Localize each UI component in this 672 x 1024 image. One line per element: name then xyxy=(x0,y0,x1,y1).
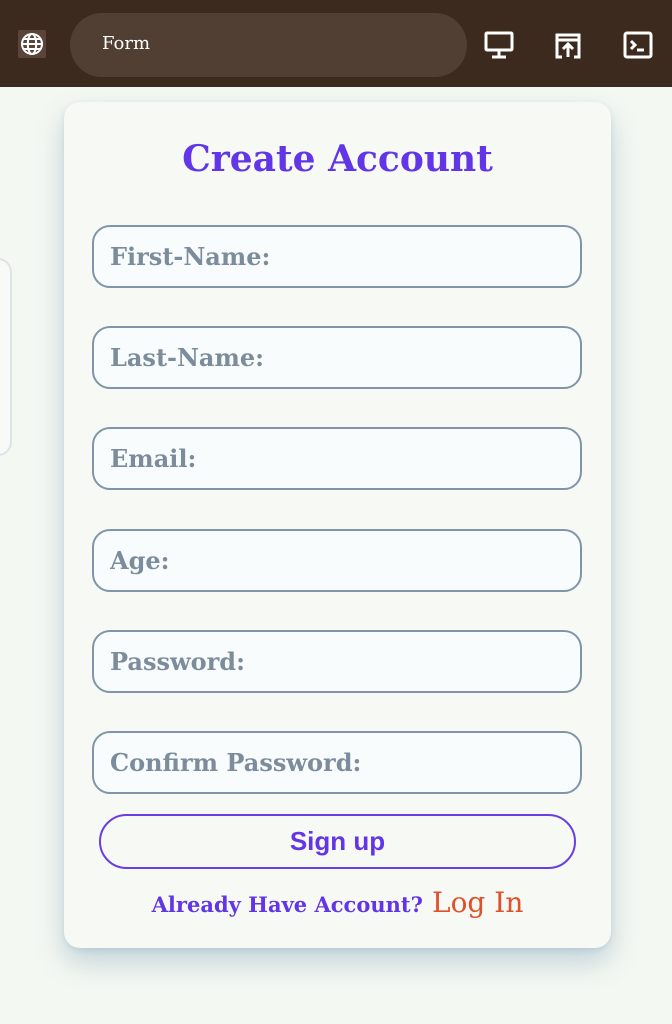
last-name-field[interactable] xyxy=(92,326,582,389)
form-title: Create Account xyxy=(182,138,493,180)
already-have-account-text: Already Have Account? xyxy=(151,892,423,917)
confirm-password-input[interactable] xyxy=(94,733,580,792)
side-panel-edge xyxy=(0,258,12,456)
password-field[interactable] xyxy=(92,630,582,693)
address-bar[interactable]: Form xyxy=(70,13,467,77)
age-field[interactable] xyxy=(92,529,582,592)
browser-toolbar: Form xyxy=(0,0,672,87)
globe-icon[interactable] xyxy=(18,30,46,58)
tab-title: Form xyxy=(102,33,151,54)
monitor-icon[interactable] xyxy=(484,31,514,59)
age-input[interactable] xyxy=(94,531,580,590)
terminal-icon[interactable] xyxy=(623,31,653,59)
first-name-input[interactable] xyxy=(94,227,580,286)
log-in-link[interactable]: Log In xyxy=(432,886,523,919)
signup-card: Create Account Sign up Already Have Acco… xyxy=(64,102,611,948)
sign-up-button[interactable]: Sign up xyxy=(99,814,576,869)
password-input[interactable] xyxy=(94,632,580,691)
first-name-field[interactable] xyxy=(92,225,582,288)
login-prompt: Already Have Account? Log In xyxy=(64,886,611,919)
confirm-password-field[interactable] xyxy=(92,731,582,794)
email-input[interactable] xyxy=(94,429,580,488)
share-icon[interactable] xyxy=(553,31,583,59)
email-field[interactable] xyxy=(92,427,582,490)
last-name-input[interactable] xyxy=(94,328,580,387)
